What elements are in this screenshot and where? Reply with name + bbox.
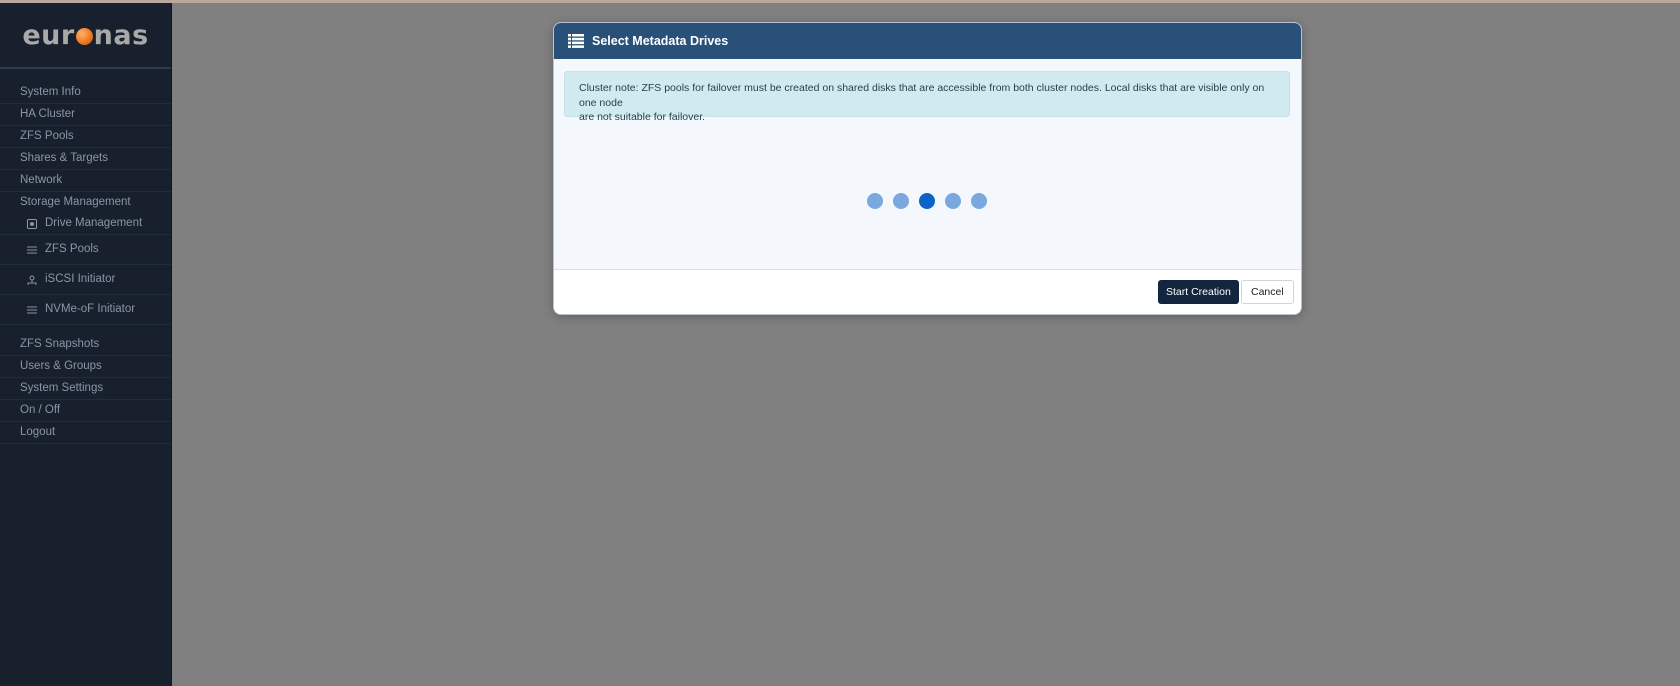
- loader-dot: [945, 193, 961, 209]
- logo-text: eur nas: [22, 20, 148, 51]
- layers-icon: [27, 305, 37, 315]
- sidebar-item-system-info[interactable]: System Info: [0, 82, 171, 104]
- layers-icon: [27, 245, 37, 255]
- sidebar-subitem-label: ZFS Pools: [45, 243, 99, 255]
- cancel-button[interactable]: Cancel: [1241, 280, 1294, 304]
- list-icon: [568, 34, 584, 48]
- sidebar-subitem-label: NVMe-oF Initiator: [45, 303, 136, 315]
- logo-prefix: eur: [22, 19, 75, 51]
- network-node-icon: [27, 275, 37, 285]
- metadata-drives-dialog: Select Metadata Drives Cluster note: ZFS…: [553, 22, 1302, 315]
- sidebar-item-storage-management[interactable]: Storage Management: [0, 192, 171, 213]
- sidebar-item-zfs-snapshots[interactable]: ZFS Snapshots: [0, 334, 171, 356]
- sidebar-subitem-zfs-pools[interactable]: ZFS Pools: [0, 235, 171, 265]
- sidebar-subitem-iscsi-initiator[interactable]: iSCSI Initiator: [0, 265, 171, 295]
- sidebar-item-zfs-pools[interactable]: ZFS Pools: [0, 126, 171, 148]
- loader-dot: [919, 193, 935, 209]
- loader-dot: [971, 193, 987, 209]
- loader-dot: [893, 193, 909, 209]
- cluster-note-line-1: Cluster note: ZFS pools for failover mus…: [579, 82, 1265, 109]
- cluster-note-alert: Cluster note: ZFS pools for failover mus…: [564, 71, 1290, 123]
- sidebar: eur nas System Info HA Cluster ZFS Pools …: [0, 3, 172, 686]
- sidebar-item-logout[interactable]: Logout: [0, 422, 171, 444]
- logo-suffix: nas: [93, 19, 149, 51]
- sidebar-item-network[interactable]: Network: [0, 170, 171, 192]
- sidebar-nav: System Info HA Cluster ZFS Pools Shares …: [0, 82, 171, 444]
- sidebar-item-ha-cluster[interactable]: HA Cluster: [0, 104, 171, 126]
- sidebar-subitem-nvmeof-initiator[interactable]: NVMe-oF Initiator: [0, 295, 171, 325]
- sidebar-item-system-settings[interactable]: System Settings: [0, 378, 171, 400]
- sidebar-item-shares-targets[interactable]: Shares & Targets: [0, 148, 171, 170]
- drive-icon: [27, 218, 37, 229]
- sidebar-subitem-drive-management[interactable]: Drive Management: [0, 213, 171, 235]
- start-creation-button[interactable]: Start Creation: [1158, 280, 1239, 304]
- cluster-note-line-2: are not suitable for failover.: [579, 111, 706, 123]
- logo[interactable]: eur nas: [0, 3, 171, 69]
- dialog-header: Select Metadata Drives: [554, 23, 1301, 59]
- sidebar-subitem-label: Drive Management: [45, 217, 143, 229]
- loader-dot: [867, 193, 883, 209]
- sidebar-item-users-groups[interactable]: Users & Groups: [0, 356, 171, 378]
- dialog-title: Select Metadata Drives: [592, 34, 729, 48]
- loading-indicator: [867, 193, 987, 209]
- sidebar-item-on-off[interactable]: On / Off: [0, 400, 171, 422]
- logo-orb-icon: [75, 28, 93, 45]
- dialog-footer: Start Creation Cancel: [554, 269, 1301, 314]
- top-border: [0, 0, 1680, 3]
- sidebar-subitem-label: iSCSI Initiator: [45, 273, 116, 285]
